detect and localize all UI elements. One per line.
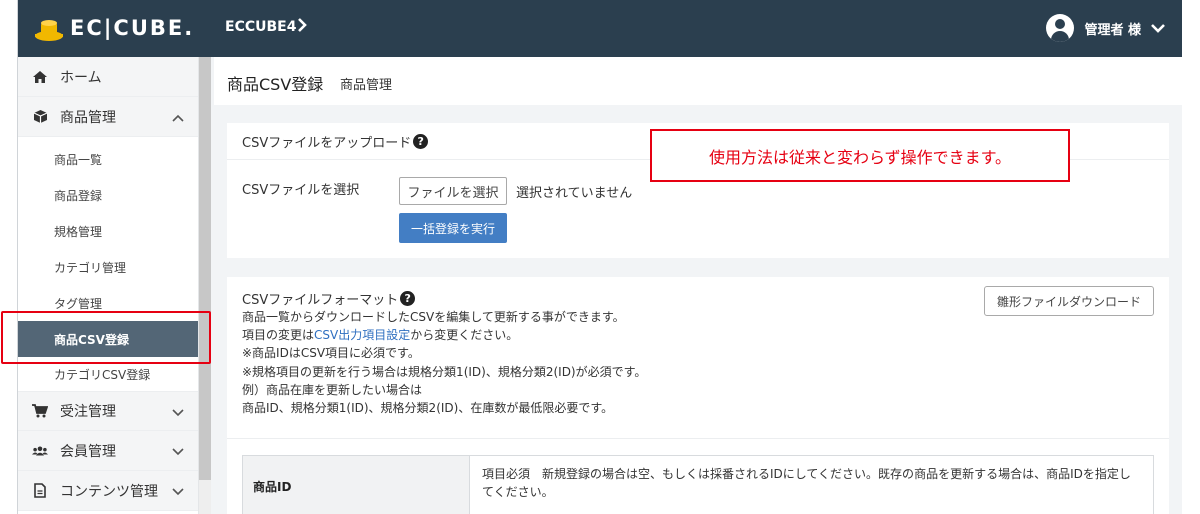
chevron-down-icon [1151,24,1165,33]
chevron-right-icon[interactable] [297,18,307,36]
sidebar-subitem-category-manage[interactable]: カテゴリ管理 [18,249,198,285]
sidebar-scrollbar[interactable] [199,57,211,480]
help-icon[interactable]: ? [400,291,416,306]
sidebar-subitem-spec-manage[interactable]: 規格管理 [18,213,198,249]
format-line: 項目の変更はCSV出力項目設定から変更ください。 [242,326,646,344]
format-line: 商品ID、規格分類1(ID)、規格分類2(ID)、在庫数が最低限必要です。 [242,401,614,416]
page-header: 商品CSV登録 商品管理 [214,57,1182,105]
top-header: EC|CUBE. ECCUBE4 管理者 様 [18,0,1182,57]
sidebar-item-label: ホーム [60,69,102,86]
page-title: 商品CSV登録 [227,75,324,94]
sidebar-item-members[interactable]: 会員管理 [18,431,198,471]
upload-card-title: CSVファイルをアップロード [242,135,412,151]
file-status-text: 選択されていません [516,186,633,201]
format-description: 商品一覧からダウンロードしたCSVを編集して更新する事ができます。 項目の変更は… [242,308,646,417]
table-key: 商品ID [243,456,470,514]
help-icon[interactable]: ? [413,133,429,149]
format-line: 商品一覧からダウンロードしたCSVを編集して更新する事ができます。 [242,310,625,324]
format-line-text: から変更ください。 [410,328,519,343]
format-line-text: 項目の変更は [242,328,315,343]
home-icon [32,69,48,85]
sidebar: ホーム 商品管理 商品一覧 商品登録 規格管理 カテゴリ管理 タグ管理 商品CS… [18,57,199,514]
format-line: ※商品IDはCSV項目に必須です。 [242,346,420,361]
user-menu[interactable]: 管理者 様 [1046,14,1165,42]
csv-output-settings-link[interactable]: CSV出力項目設定 [314,328,410,342]
sidebar-item-label: 会員管理 [60,443,116,460]
file-icon [32,483,48,499]
cube-logo-icon [35,20,63,41]
format-card: CSVファイルフォーマット ? 雛形ファイルダウンロード 商品一覧からダウンロー… [227,277,1169,514]
divider [227,438,1169,439]
annotation-callout: 使用方法は従来と変わらず操作できます。 [650,129,1070,182]
file-select-button[interactable]: ファイルを選択 [399,177,507,205]
logo-text: EC|CUBE. [70,16,195,40]
user-name: 管理者 様 [1084,22,1141,38]
sidebar-item-label: 商品管理 [60,109,116,126]
shop-name-link[interactable]: ECCUBE4 [225,19,296,35]
sidebar-item-label: 受注管理 [60,404,116,420]
sidebar-item-contents[interactable]: コンテンツ管理 [18,471,198,511]
chevron-down-icon [172,405,184,421]
table-value: 項目必須 新規登録の場合は空、もしくは採番されるIDにしてください。既存の商品を… [482,467,1131,499]
sidebar-scrollbar-track[interactable] [199,480,211,514]
sidebar-item-home[interactable]: ホーム [18,57,198,97]
sidebar-item-orders[interactable]: 受注管理 [18,391,198,431]
sidebar-subitem-product-list[interactable]: 商品一覧 [18,141,198,177]
bulk-register-button[interactable]: 一括登録を実行 [399,213,507,243]
cart-icon [32,403,48,419]
highlight-box [1,311,211,364]
template-download-button[interactable]: 雛形ファイルダウンロード [984,286,1154,316]
format-line: 例）商品在庫を更新したい場合は [242,382,423,397]
sidebar-item-products[interactable]: 商品管理 [18,97,198,137]
format-card-header: CSVファイルフォーマット ? [242,289,416,308]
sidebar-subitem-product-register[interactable]: 商品登録 [18,177,198,213]
chevron-down-icon [172,484,184,500]
sidebar-item-label: コンテンツ管理 [60,483,158,500]
csv-select-label: CSVファイルを選択 [242,183,360,198]
app-window: EC|CUBE. ECCUBE4 管理者 様 ホーム 商品管理 商品一覧 商品登… [17,0,1182,514]
eccube-logo[interactable]: EC|CUBE. [34,14,194,42]
chevron-down-icon [172,444,184,460]
chevron-up-icon [172,110,184,126]
table-row: 商品ID 項目必須 新規登録の場合は空、もしくは採番されるIDにしてください。既… [243,456,1153,514]
format-card-title: CSVファイルフォーマット [242,293,399,308]
format-line: ※規格項目の更新を行う場合は規格分類1(ID)、規格分類2(ID)が必須です。 [242,364,647,379]
user-avatar-icon [1046,14,1075,42]
box-icon [32,109,48,125]
page-subtitle: 商品管理 [340,78,393,93]
users-icon [32,443,48,459]
format-table: 商品ID 項目必須 新規登録の場合は空、もしくは採番されるIDにしてください。既… [242,455,1154,514]
